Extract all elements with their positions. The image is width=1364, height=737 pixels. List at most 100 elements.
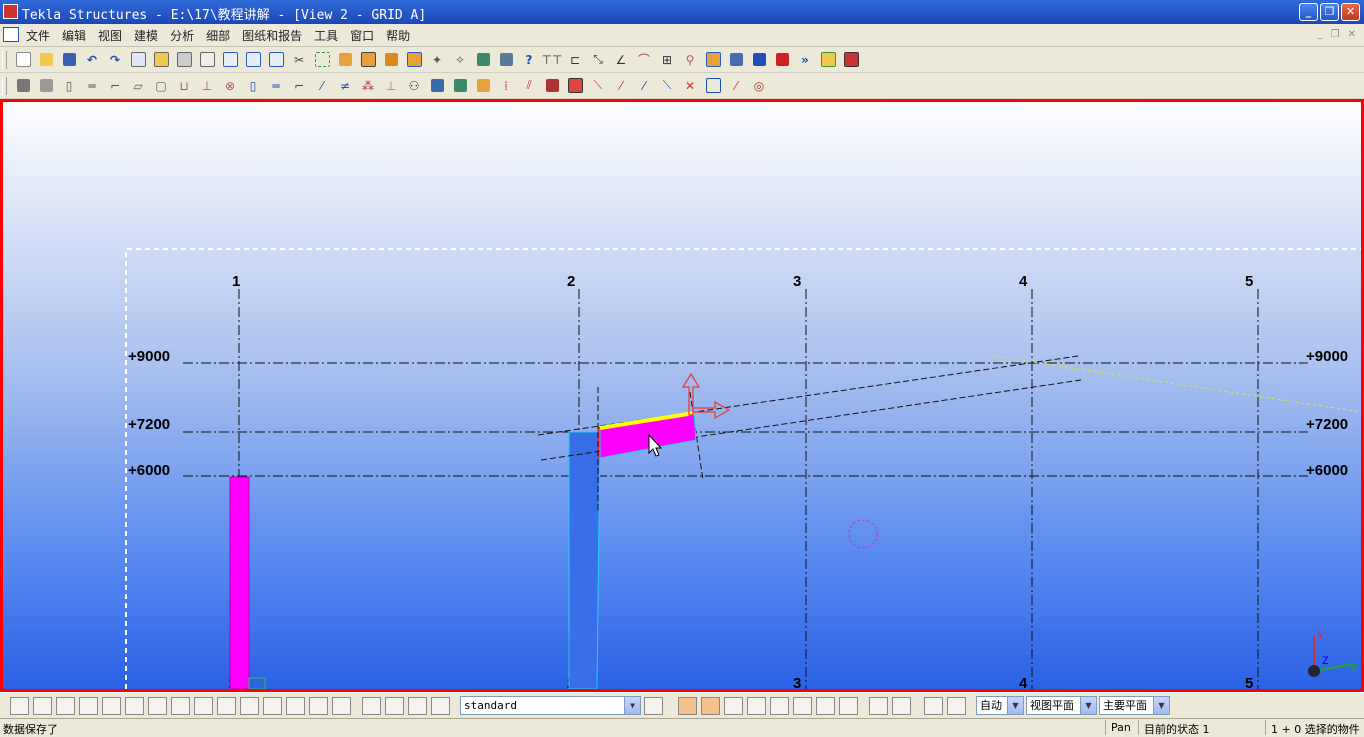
toolbar-grip[interactable] (2, 76, 7, 95)
snap-any-position-icon[interactable] (892, 697, 911, 715)
view-properties-icon[interactable] (266, 50, 286, 70)
drawing-list-icon[interactable] (772, 50, 792, 70)
chevron-down-icon[interactable]: ▼ (1080, 697, 1096, 714)
select-cuts-icon[interactable] (125, 697, 144, 715)
select-assemblies-icon[interactable] (309, 697, 328, 715)
weld-icon[interactable]: ⊥ (381, 76, 401, 96)
snap-points-icon[interactable] (724, 697, 743, 715)
select-views-icon[interactable] (148, 697, 167, 715)
maximize-button[interactable]: ❐ (1320, 3, 1339, 21)
menu-help[interactable]: 帮助 (386, 27, 410, 44)
menu-view[interactable]: 视图 (98, 27, 122, 44)
select-surface-icon[interactable] (56, 697, 75, 715)
create-slab-icon[interactable]: ▱ (128, 76, 148, 96)
orthogonal-beam-icon[interactable]: ≠ (335, 76, 355, 96)
menu-analysis[interactable]: 分析 (170, 27, 194, 44)
snap-extension-icon[interactable] (947, 697, 966, 715)
select-single-bolts-icon[interactable] (194, 697, 213, 715)
snap-geometry-icon[interactable] (701, 697, 720, 715)
menu-edit[interactable]: 编辑 (62, 27, 86, 44)
select-components-icon[interactable] (286, 697, 305, 715)
model-canvas[interactable]: 1 2 3 4 5 1 2 3 4 5 +9000 +7200 +6000 +9… (3, 102, 1361, 689)
select-frame-icon[interactable] (312, 50, 332, 70)
bolt-icon[interactable]: ⁂ (358, 76, 378, 96)
chevron-down-icon[interactable]: ▼ (624, 697, 640, 714)
curved-beam-icon[interactable]: ⁄ (312, 76, 332, 96)
query-icon[interactable]: ? (519, 50, 539, 70)
steel-column-icon[interactable]: ▯ (243, 76, 263, 96)
select-parts-icon[interactable] (33, 697, 52, 715)
measure-angle-icon[interactable]: ∠ (611, 50, 631, 70)
measure-arc-icon[interactable]: ⌒ (634, 50, 654, 70)
numbering-icon[interactable] (726, 50, 746, 70)
select-assembly-hierarchy-icon[interactable] (362, 697, 381, 715)
part-move-icon[interactable] (381, 50, 401, 70)
close-button[interactable]: ✕ (1341, 3, 1360, 21)
create-drawing-icon[interactable] (749, 50, 769, 70)
steel-beam-icon[interactable]: ═ (266, 76, 286, 96)
select-bolts-icon[interactable] (171, 697, 190, 715)
clash-check-icon[interactable] (703, 50, 723, 70)
select-reinforcing-icon[interactable] (263, 697, 282, 715)
save-icon[interactable] (59, 50, 79, 70)
redo-icon[interactable]: ↷ (105, 50, 125, 70)
snap-end-points-icon[interactable] (747, 697, 766, 715)
lock-icon[interactable] (13, 76, 33, 96)
select-grids-icon[interactable] (217, 697, 236, 715)
extension-snap-icon[interactable]: ⁄ (726, 76, 746, 96)
menu-modeling[interactable]: 建模 (134, 27, 158, 44)
mdi-restore-button[interactable]: ❐ (1331, 29, 1340, 40)
select-welds-icon[interactable] (102, 697, 121, 715)
snap-line-icon[interactable]: ✧ (450, 50, 470, 70)
open-drawing-icon[interactable] (151, 50, 171, 70)
measure-distance-icon[interactable]: ⤡ (588, 50, 608, 70)
create-panel-icon[interactable]: ▢ (151, 76, 171, 96)
part-cut-icon[interactable] (473, 76, 493, 96)
snap-reference-lines-icon[interactable] (678, 697, 697, 715)
applications-icon[interactable] (841, 50, 861, 70)
weld-parts-icon[interactable]: ⁞ (496, 76, 516, 96)
select-gridlines-icon[interactable] (240, 697, 259, 715)
filter-settings-icon[interactable] (644, 697, 663, 715)
menu-file[interactable]: 文件 (26, 27, 50, 44)
dimension-icon[interactable]: ⊤⊤ (542, 50, 563, 70)
snap-grid-icon[interactable]: ✦ (427, 50, 447, 70)
catalog-icon[interactable] (197, 50, 217, 70)
work-area-icon[interactable] (473, 50, 493, 70)
model-view-viewport[interactable]: 1 2 3 4 5 1 2 3 4 5 +9000 +7200 +6000 +9… (0, 99, 1364, 692)
assembly-icon[interactable] (565, 76, 585, 96)
select-component-objects-icon[interactable] (431, 697, 450, 715)
line-snap-icon[interactable]: ⟍ (588, 76, 608, 96)
snap-nearest-icon[interactable] (924, 697, 943, 715)
point-snap-icon[interactable]: ⁄ (611, 76, 631, 96)
chevron-down-icon[interactable]: ▼ (1007, 697, 1023, 714)
app-icon[interactable] (3, 4, 18, 19)
steel-polybeam-icon[interactable]: ⌐ (289, 76, 309, 96)
select-objects-in-components-icon[interactable] (332, 697, 351, 715)
toolbar-grip[interactable] (2, 50, 7, 69)
move-handle-y-icon[interactable] (681, 372, 701, 416)
selection-filter-select[interactable]: standard ▼ (460, 696, 641, 715)
document-icon[interactable] (3, 27, 19, 42)
part-mirror-icon[interactable] (404, 50, 424, 70)
measure-bolt-icon[interactable]: ⊞ (657, 50, 677, 70)
fitting-icon[interactable] (427, 76, 447, 96)
minimize-button[interactable]: _ (1299, 3, 1318, 21)
menu-window[interactable]: 窗口 (350, 27, 374, 44)
midpoint-snap-icon[interactable]: ⁄ (634, 76, 654, 96)
select-hierarchy-icon[interactable] (385, 697, 404, 715)
create-column-icon[interactable]: ▯ (59, 76, 79, 96)
create-pad-footing-icon[interactable]: ⊥ (197, 76, 217, 96)
snap-intersections-icon[interactable] (816, 697, 835, 715)
mdi-close-button[interactable]: ✕ (1348, 29, 1356, 40)
work-plane-select[interactable]: 主要平面 ▼ (1099, 696, 1170, 715)
center-snap-icon[interactable] (703, 76, 723, 96)
select-subassembly-icon[interactable] (408, 697, 427, 715)
work-plane-icon[interactable] (496, 50, 516, 70)
select-points-icon[interactable] (79, 697, 98, 715)
create-strip-footing-icon[interactable]: ⊗ (220, 76, 240, 96)
select-all-icon[interactable] (10, 697, 29, 715)
component-catalog-icon[interactable] (818, 50, 838, 70)
create-footing-icon[interactable]: ⊔ (174, 76, 194, 96)
create-beam-icon[interactable]: ═ (82, 76, 102, 96)
